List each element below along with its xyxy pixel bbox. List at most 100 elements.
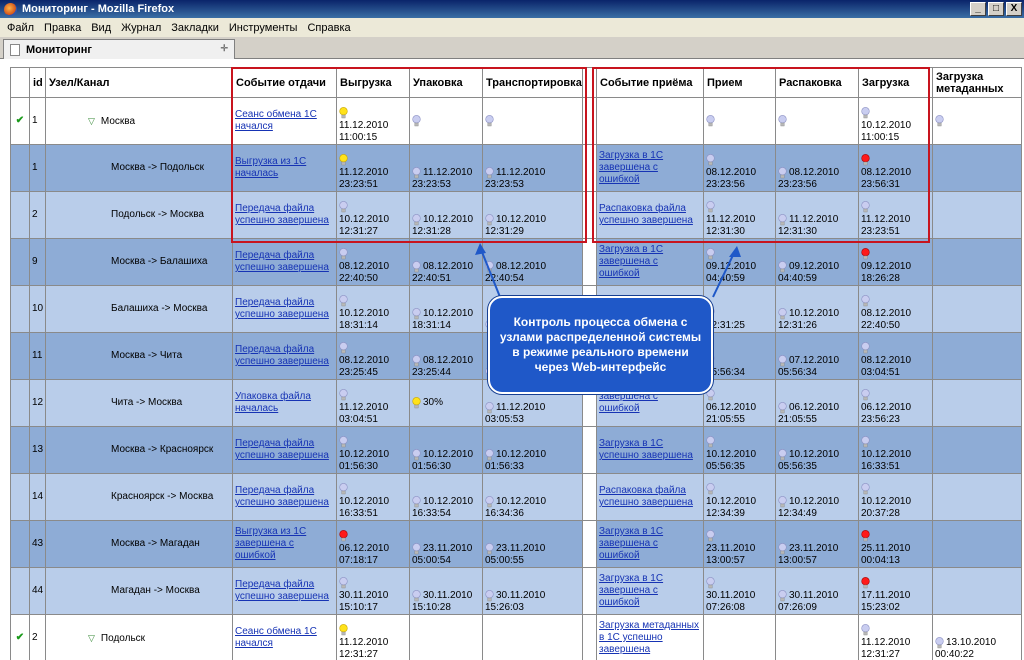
tab-close-icon[interactable]: ✛ xyxy=(220,43,228,54)
header-pack[interactable]: Упаковка xyxy=(409,67,483,98)
unload-cell: 10.12.2010 01:56:30 xyxy=(336,426,410,474)
menu-help[interactable]: Справка xyxy=(302,22,355,34)
header-unpack[interactable]: Распаковка xyxy=(775,67,859,98)
header-node[interactable]: Узел/Канал xyxy=(45,67,233,98)
table-row[interactable]: 14 Красноярск -> Москва Передача файла усп… xyxy=(10,473,1022,521)
send-event-link[interactable]: Передача файла успешно завершена xyxy=(235,438,329,461)
menu-tools[interactable]: Инструменты xyxy=(224,22,303,34)
check-icon: ✔ xyxy=(15,115,25,126)
send-event-link[interactable]: Выгрузка из 1С завершена с ошибкой xyxy=(235,526,306,561)
spacer-cell xyxy=(582,191,597,239)
menu-view[interactable]: Вид xyxy=(86,22,116,34)
row-node-name[interactable]: Магадан -> Москва xyxy=(45,567,233,615)
expand-triangle-icon[interactable]: ▽ xyxy=(88,116,95,126)
pack-cell: 10.12.2010 12:31:28 xyxy=(409,191,483,239)
header-load[interactable]: Загрузка xyxy=(858,67,933,98)
close-button[interactable]: X xyxy=(1006,2,1022,16)
title-bar: Мониторинг - Mozilla Firefox _ □ X xyxy=(0,0,1024,18)
recv-event-cell: Распаковка файла успешно завершена xyxy=(596,473,704,521)
recv-event-link[interactable]: Загрузка в 1С завершена с ошибкой xyxy=(599,150,663,185)
recv-cell: 30.11.2010 07:26:08 xyxy=(703,567,776,615)
send-event-cell: Сеанс обмена 1С начался xyxy=(232,614,337,660)
gray-bulb-icon xyxy=(706,435,715,448)
red-bulb-icon xyxy=(861,247,870,260)
row-node-name[interactable]: Москва -> Магадан xyxy=(45,520,233,568)
recv-event-link[interactable]: завершена с ошибкой xyxy=(599,391,658,414)
send-event-link[interactable]: Передача файла успешно завершена xyxy=(235,579,329,602)
table-row[interactable]: 1 Москва -> Подольск Выгрузка из 1С начала… xyxy=(10,144,1022,192)
row-node-name[interactable]: Москва -> Балашиха xyxy=(45,238,233,286)
node-name: Москва -> Чита xyxy=(111,350,183,361)
gray-bulb-icon xyxy=(485,495,494,507)
gray-bulb-icon xyxy=(861,435,870,448)
status-text: 25.11.2010 xyxy=(861,542,911,554)
recv-event-link[interactable]: Распаковка файла успешно завершена xyxy=(599,203,693,226)
row-node-name[interactable]: Москва -> Подольск xyxy=(45,144,233,192)
table-row[interactable]: 2 Подольск -> Москва Передача файла успешн… xyxy=(10,191,1022,239)
header-unload[interactable]: Выгрузка xyxy=(336,67,410,98)
row-node-name[interactable]: Чита -> Москва xyxy=(45,379,233,427)
recv-event-link[interactable]: Загрузка метаданных в 1С успешно заверше… xyxy=(599,620,699,655)
menu-edit[interactable]: Правка xyxy=(39,22,86,34)
node-name: Москва -> Магадан xyxy=(111,538,200,549)
recv-event-link[interactable]: Распаковка файла успешно завершена xyxy=(599,485,693,508)
table-row[interactable]: 13 Москва -> Красноярск Передача файла усп… xyxy=(10,426,1022,474)
header-send-event[interactable]: Событие отдачи xyxy=(232,67,337,98)
menu-file[interactable]: Файл xyxy=(2,22,39,34)
unpack-cell-status xyxy=(778,616,856,660)
header-id[interactable]: id xyxy=(29,67,46,98)
recv-event-link[interactable]: Загрузка в 1С завершена с ошибкой xyxy=(599,573,663,608)
gray-bulb-icon xyxy=(485,166,494,178)
row-node-name[interactable]: ▽ Подольск xyxy=(45,614,233,660)
node-name: Москва -> Балашиха xyxy=(111,256,208,267)
send-event-link[interactable]: Передача файла успешно завершена xyxy=(235,203,329,226)
table-row[interactable]: ✔ 1 ▽ Москва Сеанс обмена 1С начался 11.12.20… xyxy=(10,97,1022,145)
send-event-link[interactable]: Передача файла успешно завершена xyxy=(235,344,329,367)
header-recv[interactable]: Прием xyxy=(703,67,776,98)
row-node-name[interactable]: Москва -> Чита xyxy=(45,332,233,380)
header-transport[interactable]: Транспортировка xyxy=(482,67,583,98)
gray-bulb-icon xyxy=(778,166,787,178)
send-event-link[interactable]: Выгрузка из 1С началась xyxy=(235,156,306,179)
minimize-button[interactable]: _ xyxy=(970,2,986,16)
recv-event-link[interactable]: Загрузка в 1С завершена с ошибкой xyxy=(599,526,663,561)
unpack-cell xyxy=(775,97,859,145)
send-event-link[interactable]: Передача файла успешно завершена xyxy=(235,485,329,508)
status-text: 11.12.2010 xyxy=(339,401,389,413)
header-recv-event[interactable]: Событие приёма xyxy=(596,67,704,98)
load-cell-status: 11.12.2010 23:23:51 xyxy=(861,193,930,238)
row-node-name[interactable]: Балашиха -> Москва xyxy=(45,285,233,333)
recv-event-link[interactable]: Загрузка в 1С успешно завершена xyxy=(599,438,693,461)
row-id: 13 xyxy=(29,426,46,474)
table-row[interactable]: 43 Москва -> Магадан Выгрузка из 1С заверш… xyxy=(10,520,1022,568)
recv-cell-status: 23.11.2010 13:00:57 xyxy=(706,522,773,567)
status-time: 18:31:14 xyxy=(412,319,451,331)
header-meta[interactable]: Загрузка метаданных xyxy=(932,67,1022,98)
send-event-link[interactable]: Упаковка файла началась xyxy=(235,391,311,414)
tab-monitoring[interactable]: Мониторинг ✛ xyxy=(3,39,235,59)
send-event-link[interactable]: Передача файла успешно завершена xyxy=(235,250,329,273)
row-node-name[interactable]: Красноярск -> Москва xyxy=(45,473,233,521)
progress-percent: 30% xyxy=(423,397,444,408)
row-node-name[interactable]: Москва -> Красноярск xyxy=(45,426,233,474)
tab-label: Мониторинг xyxy=(26,43,92,56)
expand-triangle-icon[interactable]: ▽ xyxy=(88,633,95,643)
menu-bookmarks[interactable]: Закладки xyxy=(166,22,224,34)
recv-event-cell xyxy=(596,97,704,145)
recv-event-link[interactable]: Загрузка в 1С завершена с ошибкой xyxy=(599,244,663,279)
status-time: 12:31:28 xyxy=(412,225,451,237)
row-node-name[interactable]: ▽ Москва xyxy=(45,97,233,145)
table-row[interactable]: ✔ 2 ▽ Подольск Сеанс обмена 1С начался 11.12.… xyxy=(10,614,1022,660)
maximize-button[interactable]: □ xyxy=(988,2,1004,16)
row-node-name[interactable]: Подольск -> Москва xyxy=(45,191,233,239)
send-event-link[interactable]: Сеанс обмена 1С начался xyxy=(235,109,317,132)
status-text: 18:26:28 xyxy=(861,272,900,284)
status-text: 23:23:51 xyxy=(861,225,900,237)
table-row[interactable]: 44 Магадан -> Москва Передача файла успешн… xyxy=(10,567,1022,615)
table-row[interactable]: 9 Москва -> Балашиха Передача файла успешн… xyxy=(10,238,1022,286)
menu-history[interactable]: Журнал xyxy=(116,22,166,34)
gray-bulb-icon xyxy=(485,213,494,225)
status-time: 23:23:53 xyxy=(412,178,451,190)
send-event-link[interactable]: Передача файла успешно завершена xyxy=(235,297,329,320)
send-event-link[interactable]: Сеанс обмена 1С начался xyxy=(235,626,317,649)
